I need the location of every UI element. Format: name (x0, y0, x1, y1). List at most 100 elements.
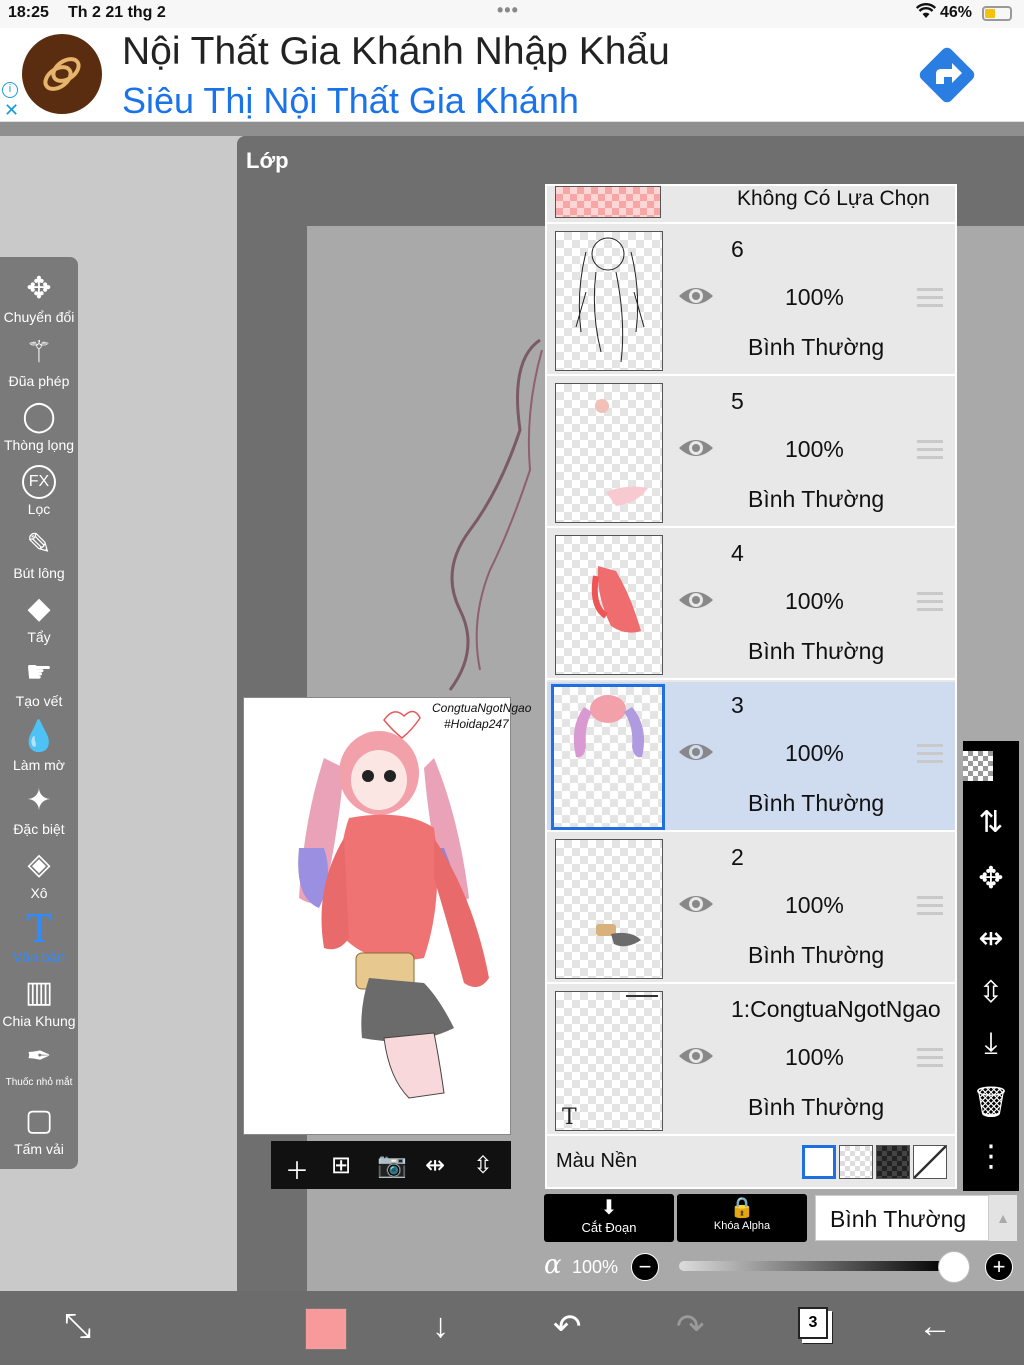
canvas-hair-artwork (448, 338, 543, 691)
canvas-preview[interactable]: CongtuaNgotNgao #Hoidap247 (243, 697, 531, 1135)
move-icon[interactable]: ✥ (963, 861, 1019, 896)
current-color-swatch[interactable] (305, 1308, 347, 1350)
tool-label: Tấm vải (14, 1141, 64, 1157)
drag-handle-icon[interactable] (917, 440, 943, 464)
flip-horizontal-icon[interactable]: ⇹ (425, 1151, 445, 1180)
layer-blend-mode: Bình Thường (748, 1094, 885, 1120)
frame-divider-icon: ▥ (24, 976, 54, 1009)
tool-transform[interactable]: ✥ Chuyển đổi (0, 269, 78, 333)
eraser-icon: ◆ (27, 592, 51, 625)
eye-icon[interactable] (677, 740, 715, 769)
transform-quick-icon[interactable]: ⤡ (64, 1307, 91, 1346)
multitask-dots[interactable]: ••• (497, 0, 519, 21)
bucket-icon: ◈ (27, 848, 51, 881)
flip-vertical-icon[interactable]: ⇳ (473, 1151, 493, 1180)
brand-logo[interactable] (22, 34, 102, 114)
redo-icon[interactable]: ↷ (676, 1307, 705, 1347)
tool-brush[interactable]: ✎ Bút lông (0, 525, 78, 589)
eye-icon[interactable] (677, 284, 715, 313)
layer-row[interactable]: 6 100% Bình Thường (547, 226, 955, 376)
flip-vertical-icon[interactable]: ⇳ (963, 975, 1019, 1010)
layer-opacity: 100% (785, 588, 844, 614)
layer-name: 1:CongtuaNgotNgao (731, 996, 941, 1022)
lock-icon: 🔒 (729, 1197, 755, 1219)
clip-button[interactable]: ⬇ Cắt Đoạn (544, 1194, 674, 1242)
drag-handle-icon[interactable] (917, 288, 943, 312)
background-dark-checker-swatch[interactable] (876, 1145, 910, 1179)
tool-text[interactable]: T Văn bản (0, 909, 78, 973)
blend-mode-select[interactable]: Bình Thường (815, 1195, 989, 1241)
layer-row[interactable]: 4 100% Bình Thường (547, 530, 955, 680)
drag-handle-icon[interactable] (917, 896, 943, 920)
merge-down-icon[interactable]: ⤓ (963, 1027, 1019, 1061)
selection-layer[interactable]: Không Có Lựa Chọn (547, 186, 955, 224)
tool-lasso[interactable]: ◯ Thòng lọng (0, 397, 78, 461)
undo-icon[interactable]: ↶ (553, 1307, 582, 1347)
background-light-checker-swatch[interactable] (839, 1145, 873, 1179)
swap-layers-icon[interactable]: ⇅ (963, 805, 1019, 840)
move-arrows-icon: ✥ (26, 272, 52, 305)
eyedropper-icon: ✒ (26, 1040, 52, 1073)
tool-canvas[interactable]: ▢ Tấm vải (0, 1101, 78, 1165)
background-white-swatch[interactable] (802, 1145, 836, 1179)
eye-icon[interactable] (677, 892, 715, 921)
more-vertical-icon[interactable]: ⋮ (963, 1139, 1019, 1174)
ad-subtitle[interactable]: Siêu Thị Nội Thất Gia Khánh (122, 80, 579, 122)
lasso-icon: ◯ (22, 400, 56, 433)
layer-name: 5 (731, 388, 744, 414)
layer-row[interactable]: 2 100% Bình Thường (547, 834, 955, 984)
tool-blur[interactable]: 💧 Làm mờ (0, 717, 78, 781)
add-layer-icon[interactable]: ⊞ (331, 1151, 351, 1180)
layer-row[interactable]: 5 100% Bình Thường (547, 378, 955, 528)
tool-eraser[interactable]: ◆ Tẩy (0, 589, 78, 653)
tool-frame-divider[interactable]: ▥ Chia Khung (0, 973, 78, 1037)
eye-icon[interactable] (677, 1044, 715, 1073)
camera-icon[interactable]: 📷 (377, 1151, 407, 1180)
down-arrow-icon[interactable]: ↓ (432, 1307, 449, 1346)
trash-icon[interactable]: 🗑 (963, 1085, 1019, 1120)
opacity-decrease-button[interactable]: − (631, 1253, 659, 1281)
tool-label: Tạo vết (15, 693, 63, 709)
back-arrow-icon[interactable]: ← (918, 1307, 952, 1346)
left-toolbar: ✥ Chuyển đổi ⚚ Đũa phép ◯ Thòng lọng FX … (0, 257, 78, 1169)
tool-bucket[interactable]: ◈ Xô (0, 845, 78, 909)
layer-thumbnail: T (555, 991, 663, 1131)
opacity-increase-button[interactable]: + (985, 1253, 1013, 1281)
layer-blend-mode: Bình Thường (748, 942, 885, 968)
battery-icon (982, 6, 1012, 21)
opacity-slider[interactable] (679, 1261, 949, 1271)
tool-magic-wand[interactable]: ⚚ Đũa phép (0, 333, 78, 397)
eye-icon[interactable] (677, 436, 715, 465)
preview-artwork (298, 710, 489, 1099)
ad-title[interactable]: Nội Thất Gia Khánh Nhập Khẩu (122, 30, 670, 74)
flip-horizontal-icon[interactable]: ⇹ (963, 921, 1019, 956)
drop-icon: 💧 (20, 720, 58, 753)
opacity-slider-knob[interactable] (938, 1251, 970, 1283)
opacity-value: 100% (572, 1257, 619, 1277)
tool-label: Tẩy (27, 629, 51, 645)
tool-special[interactable]: ✦ Đặc biệt (0, 781, 78, 845)
add-icon[interactable]: ＋ (285, 1151, 309, 1186)
tool-label: Bút lông (13, 565, 65, 581)
tool-smudge[interactable]: ☛ Tạo vết (0, 653, 78, 717)
ad-close-icon[interactable]: ✕ (4, 100, 19, 121)
tool-eyedropper[interactable]: ✒ Thuốc nhỏ mắt (0, 1037, 78, 1101)
layer-row[interactable]: T 1:CongtuaNgotNgao 100% Bình Thường (547, 986, 955, 1136)
drag-handle-icon[interactable] (917, 1048, 943, 1072)
ad-banner[interactable]: Nội Thất Gia Khánh Nhập Khẩu Siêu Thị Nộ… (0, 28, 1024, 122)
layers-count-button[interactable]: 3 (798, 1307, 828, 1339)
alpha-lock-button[interactable]: 🔒 Khóa Alpha (677, 1194, 807, 1242)
drag-handle-icon[interactable] (917, 592, 943, 616)
background-none-swatch[interactable] (913, 1145, 947, 1179)
layer-row-selected[interactable]: 3 100% Bình Thường (547, 682, 955, 832)
layer-thumbnail (555, 231, 663, 371)
background-color-label: Màu Nền (556, 1150, 638, 1172)
directions-icon[interactable] (916, 44, 978, 111)
ad-info-icon[interactable]: i (2, 82, 18, 98)
blend-mode-arrow-icon[interactable]: ▲ (989, 1195, 1017, 1241)
status-bar: 18:25 Th 2 21 thg 2 ••• 46% (0, 0, 1024, 28)
tool-filter[interactable]: FX Lọc (0, 461, 78, 525)
drag-handle-icon[interactable] (917, 744, 943, 768)
eye-icon[interactable] (677, 588, 715, 617)
magic-wand-icon: ⚚ (25, 336, 53, 369)
